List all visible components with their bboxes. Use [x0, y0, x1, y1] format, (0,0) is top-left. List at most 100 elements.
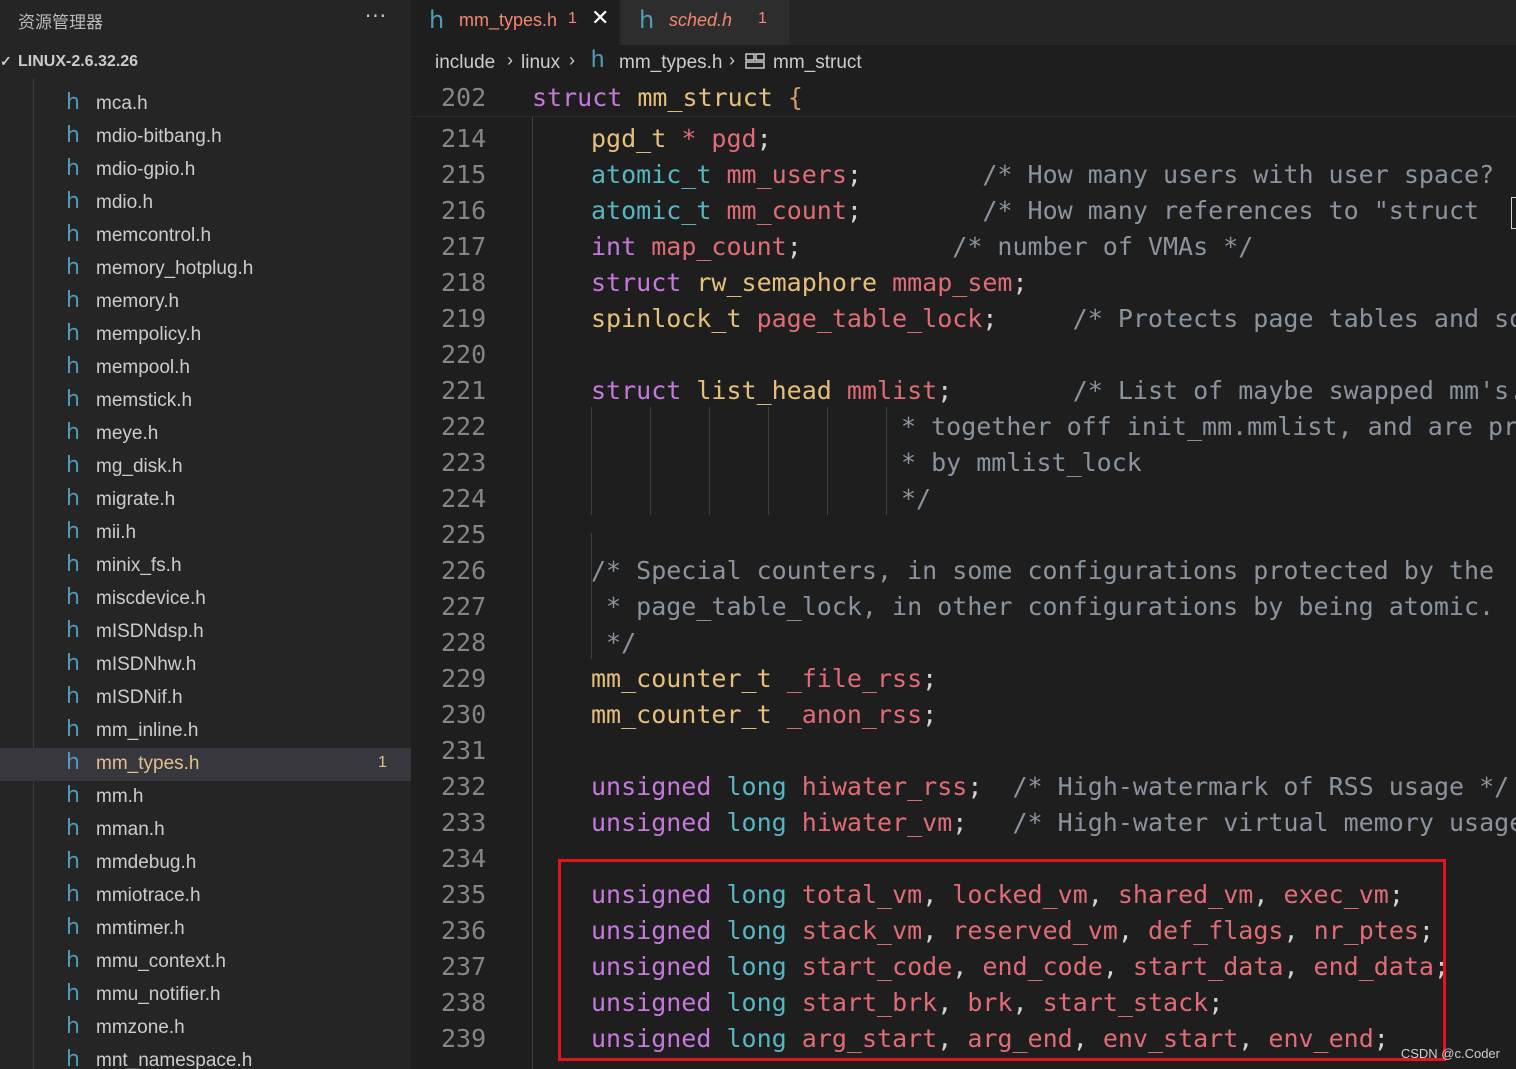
breadcrumb-linux[interactable]: linux: [521, 52, 560, 74]
code-line[interactable]: 228 */: [411, 628, 1516, 664]
file-item[interactable]: h memory_hotplug.h: [0, 253, 411, 286]
tab-mm-types[interactable]: h mm_types.h 1 ✕: [411, 0, 619, 45]
breadcrumb-symbol[interactable]: mm_struct: [773, 52, 862, 74]
line-number: 223: [441, 448, 487, 477]
code-line[interactable]: 226 /* Special counters, in some configur…: [411, 556, 1516, 592]
file-item[interactable]: h mm.h: [0, 781, 411, 814]
file-item[interactable]: h mdio.h: [0, 187, 411, 220]
problem-count-badge: 1: [758, 10, 767, 27]
file-item[interactable]: h mmiotrace.h: [0, 880, 411, 913]
file-item[interactable]: h mmu_context.h: [0, 946, 411, 979]
c-header-file-icon: h: [66, 453, 80, 478]
file-name: mca.h: [96, 93, 148, 114]
code-line[interactable]: 229 mm_counter_t _file_rss;: [411, 664, 1516, 700]
code-text: unsigned long hiwater_rss; /* High-water…: [591, 772, 1510, 801]
code-text: */: [591, 628, 637, 657]
code-text: unsigned long hiwater_vm; /* High-water …: [591, 808, 1516, 837]
c-header-file-icon: h: [66, 651, 80, 676]
file-item[interactable]: h mempool.h: [0, 352, 411, 385]
code-line[interactable]: 233 unsigned long hiwater_vm; /* High-wat…: [411, 808, 1516, 844]
code-line[interactable]: 222 * together off init_mm.mmlist, and ar…: [411, 412, 1516, 448]
code-line[interactable]: 216 atomic_t mm_count; /* How many refere…: [411, 196, 1516, 232]
code-line[interactable]: 214 pgd_t * pgd;: [411, 124, 1516, 160]
chevron-right-icon: ›: [569, 50, 575, 70]
code-editor[interactable]: 202 struct mm_struct { 214 pgd_t * pgd; 21…: [411, 81, 1516, 1069]
file-item[interactable]: h meye.h: [0, 418, 411, 451]
file-item[interactable]: h mca.h: [0, 88, 411, 121]
file-item[interactable]: h minix_fs.h: [0, 550, 411, 583]
line-number: 238: [441, 988, 487, 1017]
code-line[interactable]: 218 struct rw_semaphore mmap_sem;: [411, 268, 1516, 304]
code-text: struct list_head mmlist; /* List of mayb…: [591, 376, 1516, 405]
c-header-file-icon: h: [66, 420, 80, 445]
code-line[interactable]: 232 unsigned long hiwater_rss; /* High-wa…: [411, 772, 1516, 808]
file-item[interactable]: h mdio-gpio.h: [0, 154, 411, 187]
c-header-file-icon: h: [66, 981, 80, 1006]
code-line[interactable]: 231: [411, 736, 1516, 772]
file-name: memory_hotplug.h: [96, 258, 254, 279]
line-number: 215: [441, 160, 487, 189]
file-item[interactable]: h migrate.h: [0, 484, 411, 517]
problem-count-badge: 1: [568, 10, 577, 27]
breadcrumb-include[interactable]: include: [435, 52, 495, 74]
code-text: int map_count; /* number of VMAs */: [591, 232, 1254, 261]
c-header-file-icon: h: [66, 816, 80, 841]
file-name: memstick.h: [96, 390, 193, 411]
c-header-file-icon: h: [66, 123, 80, 148]
file-item[interactable]: h mm_types.h 1: [0, 748, 411, 781]
code-line[interactable]: 223 * by mmlist_lock: [411, 448, 1516, 484]
c-header-file-icon: h: [429, 6, 445, 34]
c-header-file-icon: h: [66, 321, 80, 346]
explorer-sidebar: 资源管理器 ··· ✓ LINUX-2.6.32.26 h mca.h h mdio-…: [0, 0, 411, 1069]
c-header-file-icon: h: [66, 1014, 80, 1039]
file-item[interactable]: h memcontrol.h: [0, 220, 411, 253]
file-item[interactable]: h mii.h: [0, 517, 411, 550]
file-item[interactable]: h mmtimer.h: [0, 913, 411, 946]
code-line[interactable]: 217 int map_count; /* number of VMAs */: [411, 232, 1516, 268]
code-line[interactable]: 221 struct list_head mmlist; /* List of m…: [411, 376, 1516, 412]
code-line[interactable]: 230 mm_counter_t _anon_rss;: [411, 700, 1516, 736]
tab-label: sched.h: [669, 10, 733, 30]
explorer-title: 资源管理器: [18, 13, 103, 33]
file-item[interactable]: h miscdevice.h: [0, 583, 411, 616]
code-line[interactable]: 215 atomic_t mm_users; /* How many users …: [411, 160, 1516, 196]
c-header-file-icon: h: [66, 156, 80, 181]
file-name: mISDNdsp.h: [96, 621, 204, 642]
file-item[interactable]: h mmdebug.h: [0, 847, 411, 880]
file-name: mmdebug.h: [96, 852, 197, 873]
file-item[interactable]: h mg_disk.h: [0, 451, 411, 484]
c-header-file-icon: h: [66, 849, 80, 874]
file-item[interactable]: h mnt_namespace.h: [0, 1045, 411, 1069]
line-number: 228: [441, 628, 487, 657]
file-item[interactable]: h memory.h: [0, 286, 411, 319]
tab-sched[interactable]: h sched.h 1: [621, 0, 789, 45]
folder-root[interactable]: ✓ LINUX-2.6.32.26: [0, 50, 411, 76]
code-line[interactable]: 225: [411, 520, 1516, 556]
file-item[interactable]: h memstick.h: [0, 385, 411, 418]
breadcrumb-file[interactable]: mm_types.h: [619, 52, 722, 74]
code-line[interactable]: 227 * page_table_lock, in other configur…: [411, 592, 1516, 628]
more-actions-icon[interactable]: ···: [365, 4, 387, 28]
code-text: spinlock_t page_table_lock; /* Protects …: [591, 304, 1516, 333]
code-line[interactable]: 224 */: [411, 484, 1516, 520]
code-line[interactable]: 219 spinlock_t page_table_lock; /* Protec…: [411, 304, 1516, 340]
line-number: 236: [441, 916, 487, 945]
file-item[interactable]: h mdio-bitbang.h: [0, 121, 411, 154]
file-item[interactable]: h mm_inline.h: [0, 715, 411, 748]
file-item[interactable]: h mempolicy.h: [0, 319, 411, 352]
file-item[interactable]: h mman.h: [0, 814, 411, 847]
text-cursor: [1511, 197, 1516, 229]
code-text: mm_counter_t _anon_rss;: [591, 700, 938, 729]
file-item[interactable]: h mISDNif.h: [0, 682, 411, 715]
line-number: 230: [441, 700, 487, 729]
c-header-file-icon: h: [66, 486, 80, 511]
file-item[interactable]: h mISDNdsp.h: [0, 616, 411, 649]
sticky-scroll-header[interactable]: 202 struct mm_struct {: [411, 81, 1516, 117]
c-header-file-icon: h: [66, 189, 80, 214]
file-item[interactable]: h mmu_notifier.h: [0, 979, 411, 1012]
line-number: 229: [441, 664, 487, 693]
file-item[interactable]: h mISDNhw.h: [0, 649, 411, 682]
close-icon[interactable]: ✕: [591, 6, 609, 31]
code-line[interactable]: 220: [411, 340, 1516, 376]
file-item[interactable]: h mmzone.h: [0, 1012, 411, 1045]
